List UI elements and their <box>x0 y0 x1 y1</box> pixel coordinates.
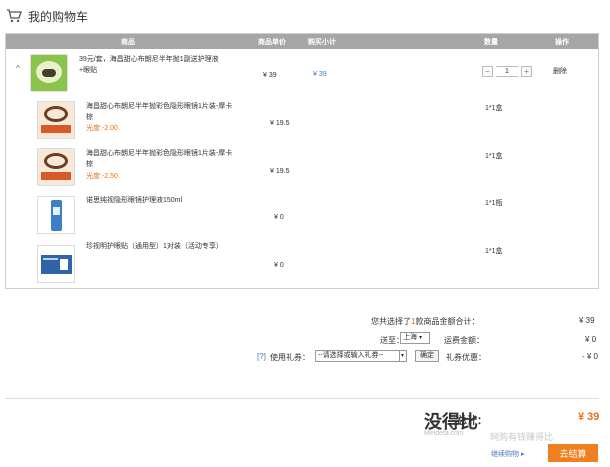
ship-to-select[interactable]: 上海 ▾ <box>400 332 430 344</box>
column-product: 商品 <box>121 39 135 46</box>
selected-total: ¥ 39 <box>579 316 595 325</box>
ship-to-value: 上海 <box>403 334 417 341</box>
sub-item-price: ¥ 19.5 <box>270 168 290 175</box>
sub-item-name[interactable]: 珍视明护眼贴（通用型）1对装（活动专享） <box>86 241 266 252</box>
table-header: 商品 商品单价 购买小计 数量 操作 <box>6 34 598 49</box>
checkout-button[interactable]: 去结算 <box>548 444 598 462</box>
sub-item-quantity: 1*1瓶 <box>485 200 503 207</box>
column-quantity: 数量 <box>484 39 498 46</box>
cart-icon <box>7 9 22 23</box>
sub-item-name[interactable]: 海昌甜心布朗尼半年抛彩色隐形眼镜1片装-摩卡棕 <box>86 101 236 123</box>
sub-item-price: ¥ 0 <box>274 262 284 269</box>
product-thumbnail[interactable] <box>37 245 75 283</box>
cart-header: 我的购物车 <box>6 6 88 26</box>
coupon-confirm-button[interactable]: 确定 <box>415 350 439 362</box>
coupon-discount-label: 礼券优惠： <box>446 353 486 362</box>
chevron-down-icon: ▾ <box>419 335 423 341</box>
quantity-stepper: − 1 + <box>482 66 532 77</box>
selected-summary: 您共选择了1款商品金额合计： <box>371 316 479 327</box>
main-item-name[interactable]: 39元/套，海昌甜心布朗尼半年抛1副送护理液+眼贴 <box>79 54 229 76</box>
chevron-right-icon: ▸ <box>520 451 525 458</box>
shipping-label: 运费金额： <box>444 336 484 345</box>
sub-item-quantity: 1*1盒 <box>485 153 503 160</box>
selected-suffix: 款商品金额合计： <box>415 317 480 326</box>
total-value: ¥ 39 <box>578 411 600 423</box>
watermark-slogan: 网购有钱赚得比 <box>490 432 554 442</box>
quantity-increase-button[interactable]: + <box>521 66 532 77</box>
coupon-select[interactable]: --请选择或输入礼券-- ▾ <box>315 350 407 362</box>
main-item-price: ¥ 39 <box>263 72 277 79</box>
product-thumbnail[interactable] <box>30 54 68 92</box>
delete-link[interactable]: 删除 <box>553 66 567 77</box>
column-action: 操作 <box>555 39 569 46</box>
quantity-decrease-button[interactable]: − <box>482 66 493 77</box>
coupon-discount-value: - ¥ 0 <box>582 352 599 361</box>
watermark-url: Meidebi.com <box>424 430 464 437</box>
sub-item-price: ¥ 19.5 <box>270 120 290 127</box>
sub-item-name[interactable]: 海昌甜心布朗尼半年抛彩色隐形眼镜1片装-摩卡棕 <box>86 148 236 170</box>
sub-item-price: ¥ 0 <box>274 214 284 221</box>
main-item-subtotal: ¥ 39 <box>313 71 327 78</box>
total-label: 总计： <box>457 416 487 427</box>
sub-item-power: 光度:-2.00 <box>86 125 118 132</box>
coupon-label: 使用礼券： <box>270 353 310 362</box>
quantity-input[interactable]: 1 <box>496 66 518 77</box>
selected-prefix: 您共选择了 <box>371 317 411 326</box>
product-thumbnail[interactable] <box>37 148 75 186</box>
sub-item-power: 光度:-2.50 <box>86 173 118 180</box>
sub-item-quantity: 1*1盒 <box>485 248 503 255</box>
coupon-help-link[interactable]: [?] <box>257 352 266 361</box>
column-subtotal: 购买小计 <box>308 39 336 46</box>
chevron-down-icon: ▾ <box>398 351 404 361</box>
page-title: 我的购物车 <box>28 9 89 24</box>
coupon-select-value: --请选择或输入礼券-- <box>318 352 384 359</box>
product-thumbnail[interactable] <box>37 101 75 139</box>
column-unit-price: 商品单价 <box>258 39 286 46</box>
continue-shopping-link[interactable]: 继续购物 ▸ <box>491 449 524 459</box>
collapse-toggle[interactable]: ^ <box>16 64 20 73</box>
sub-item-quantity: 1*1盒 <box>485 105 503 112</box>
shipping-value: ¥ 0 <box>585 335 597 344</box>
sub-item-name[interactable]: 诺思纯视隐形眼镜护理液150ml <box>86 195 236 206</box>
continue-shopping-label: 继续购物 <box>491 451 519 458</box>
product-thumbnail[interactable] <box>37 196 75 234</box>
divider <box>5 398 599 399</box>
